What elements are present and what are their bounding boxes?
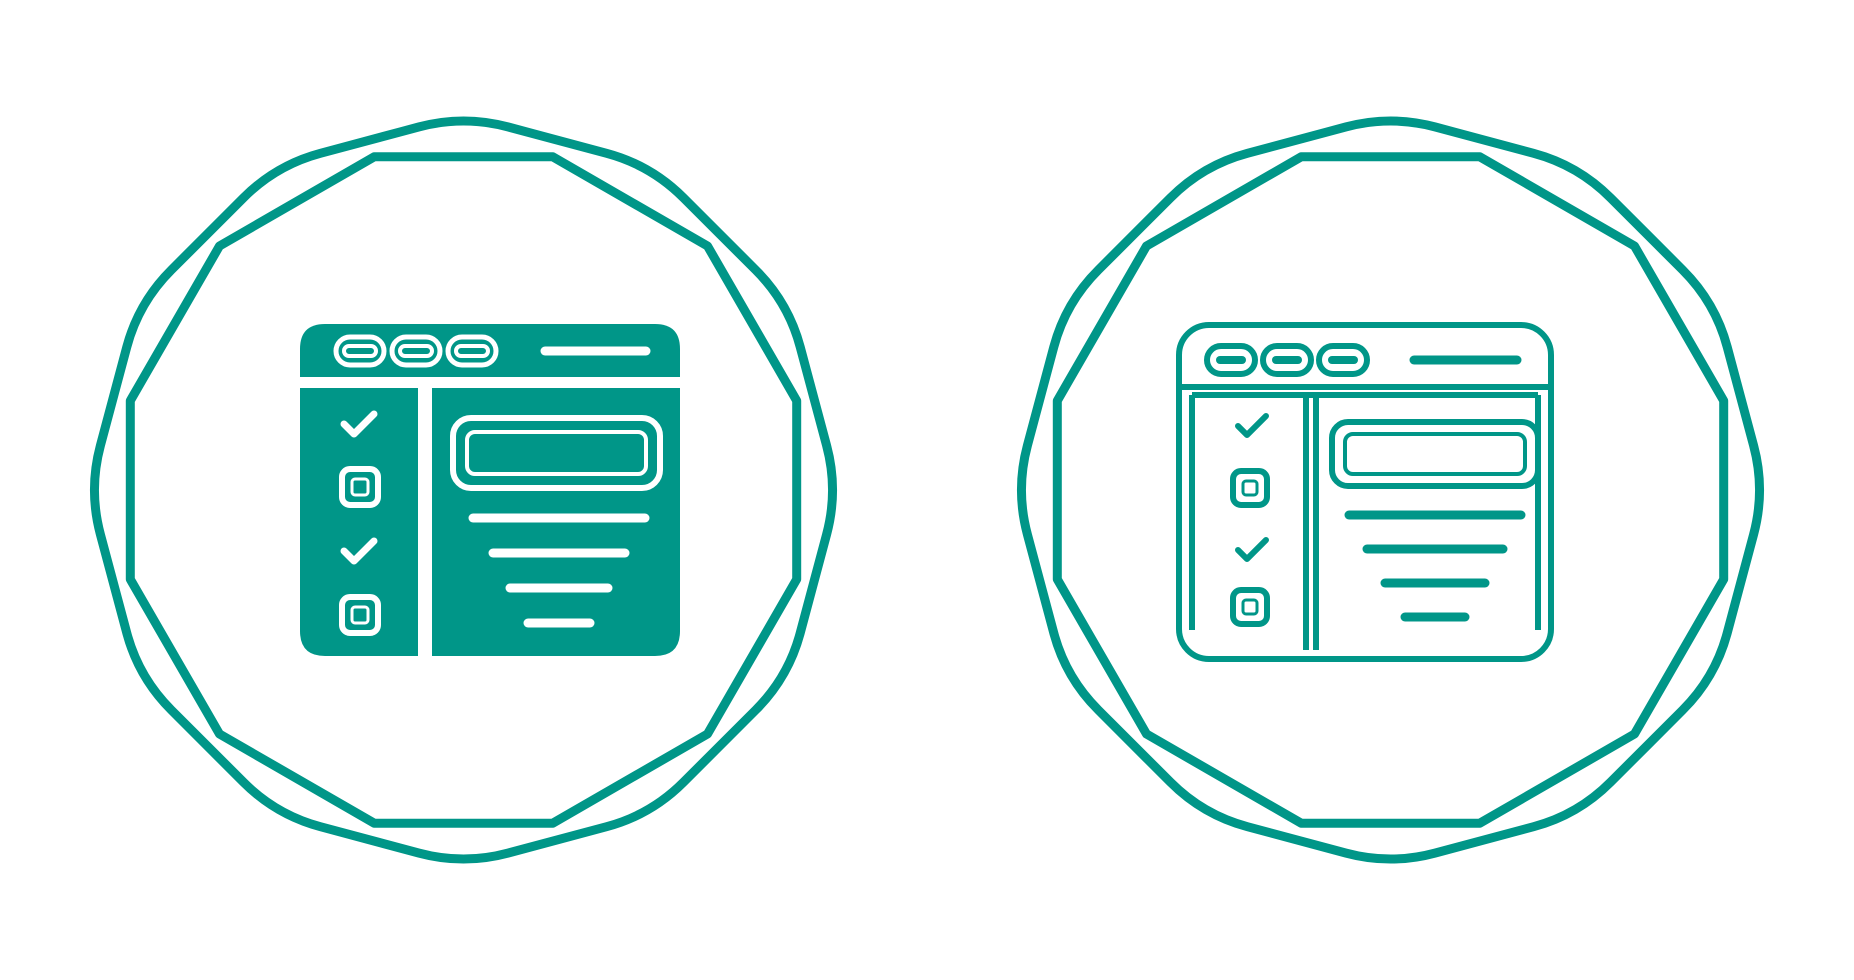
content-card	[1329, 419, 1541, 489]
checklist-window-outline-svg	[1016, 116, 1765, 864]
browser-window-glyph-filled	[300, 324, 680, 656]
checkbox-2	[1230, 587, 1270, 627]
outer-scallop	[1016, 116, 1765, 864]
check-mark-1	[1235, 413, 1269, 438]
inner-scallop	[1052, 152, 1729, 828]
scalloped-badge-frame	[1016, 116, 1765, 864]
checklist-window-outline-icon	[927, 0, 1854, 980]
icon-sheet	[0, 0, 1854, 980]
check-mark-2	[1235, 537, 1269, 562]
browser-window-glyph-outline	[1176, 322, 1554, 662]
checklist-window-filled-icon	[0, 0, 927, 980]
checkbox-1	[1230, 468, 1270, 508]
checklist-window-filled-svg	[89, 116, 838, 864]
